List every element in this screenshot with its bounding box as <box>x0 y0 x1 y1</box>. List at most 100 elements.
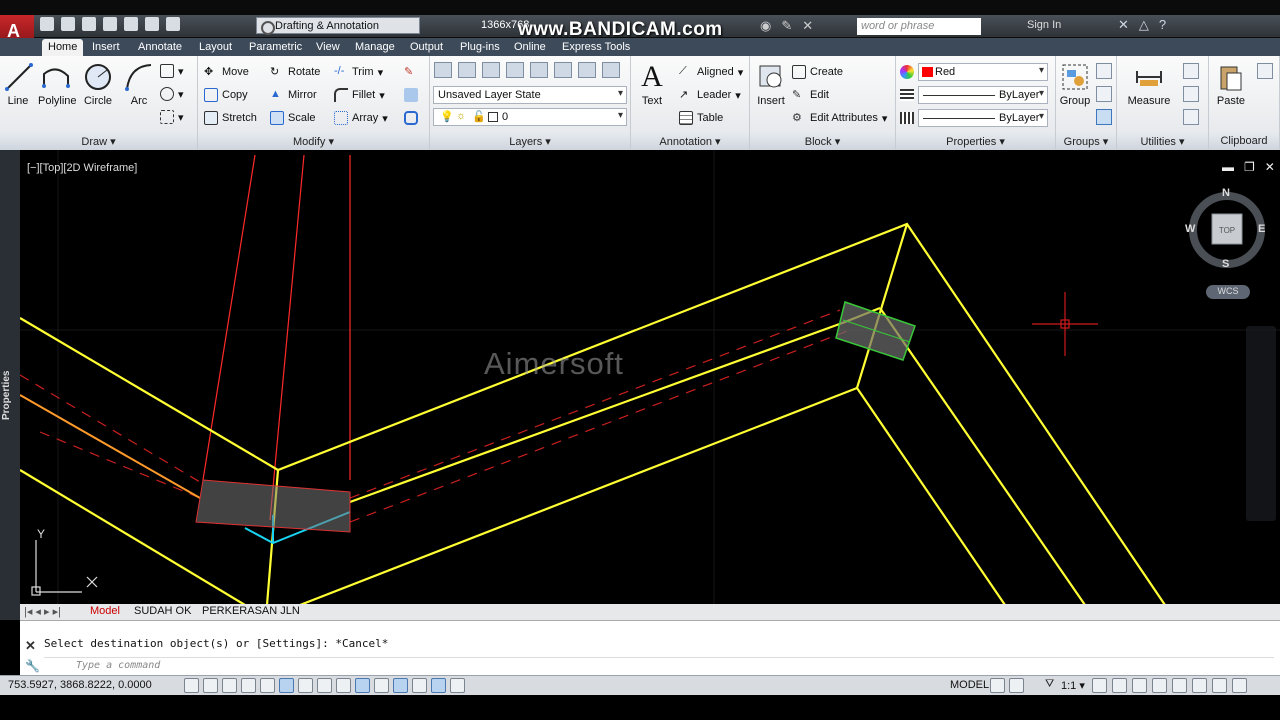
scale-tool[interactable]: Scale <box>270 109 316 127</box>
clean-screen-icon[interactable] <box>1232 678 1247 693</box>
model-space-button[interactable]: MODEL <box>950 679 989 691</box>
annotation-scale-dropdown[interactable]: 1:1 ▾ <box>1061 679 1085 692</box>
open-icon[interactable] <box>61 17 75 31</box>
wcs-menu[interactable]: WCS <box>1206 285 1250 299</box>
otrack-icon[interactable] <box>317 678 332 693</box>
trim-tool[interactable]: -/- Trim ▾ <box>334 63 383 81</box>
minimize-icon[interactable]: ▬ <box>1222 160 1234 174</box>
id-point-icon[interactable] <box>1183 109 1199 125</box>
tab-home[interactable]: Home <box>42 39 84 56</box>
help-icon[interactable]: ? <box>1159 17 1166 33</box>
transparency-icon[interactable] <box>393 678 408 693</box>
ungroup-icon[interactable] <box>1096 63 1112 79</box>
tab-online[interactable]: Online <box>508 39 552 56</box>
erase-tool[interactable]: ✎ <box>404 63 418 81</box>
hatch-tool[interactable]: ▾ <box>160 85 184 103</box>
exchange-icon[interactable]: ✕ <box>1118 17 1129 33</box>
table-tool[interactable]: Table <box>679 109 723 127</box>
edit-block-tool[interactable]: ✎ Edit <box>792 86 829 104</box>
tab-annotate[interactable]: Annotate <box>132 39 188 56</box>
quick-view-drawings-icon[interactable] <box>1009 678 1024 693</box>
pencil-icon[interactable]: ✎ <box>781 18 792 34</box>
block-panel-title[interactable]: Block ▾ <box>750 133 895 150</box>
lock-icon[interactable] <box>1152 678 1167 693</box>
stretch-tool[interactable]: Stretch <box>204 109 257 127</box>
snap-icon[interactable] <box>203 678 218 693</box>
annotation-visibility-icon[interactable] <box>1092 678 1107 693</box>
layers-panel-title[interactable]: Layers ▾ <box>430 133 630 150</box>
lineweight-dropdown[interactable]: ByLayer <box>918 86 1048 104</box>
insert-block-tool[interactable]: Insert <box>754 62 788 107</box>
tab-output[interactable]: Output <box>404 39 449 56</box>
tab-view[interactable]: View <box>310 39 346 56</box>
lineweight-icon[interactable] <box>900 89 914 101</box>
properties-panel-title[interactable]: Properties ▾ <box>896 133 1055 150</box>
clipboard-panel-title[interactable]: Clipboard <box>1209 133 1279 150</box>
annotation-monitor-icon[interactable] <box>450 678 465 693</box>
selected-hatch-left[interactable] <box>195 479 351 533</box>
quick-select-icon[interactable] <box>1183 63 1199 79</box>
save-icon[interactable] <box>82 17 96 31</box>
grid-icon[interactable] <box>222 678 237 693</box>
group-tool[interactable]: Group <box>1058 62 1092 107</box>
layer-lock-icon[interactable] <box>554 62 572 78</box>
rectangle-tool[interactable]: ▾ <box>160 62 184 80</box>
close-icon[interactable]: ✕ <box>802 18 813 34</box>
close-command-icon[interactable]: ✕ <box>25 638 36 654</box>
tab-sudah-ok[interactable]: SUDAH OK <box>128 605 197 619</box>
color-wheel-icon[interactable] <box>900 65 914 79</box>
hardware-acceleration-icon[interactable] <box>1172 678 1187 693</box>
coordinates-readout[interactable]: 753.5927, 3868.8222, 0.0000 <box>8 679 152 691</box>
copy-tool[interactable]: Copy <box>204 86 248 104</box>
tab-insert[interactable]: Insert <box>86 39 126 56</box>
status-menu-icon[interactable] <box>1212 678 1227 693</box>
explode-tool[interactable] <box>404 86 418 104</box>
current-layer-dropdown[interactable]: 💡 ☼ 🔓 0 <box>433 108 627 126</box>
fillet-tool[interactable]: Fillet ▾ <box>334 86 385 104</box>
properties-palette-tab[interactable]: Properties <box>0 150 20 620</box>
3d-osnap-icon[interactable] <box>298 678 313 693</box>
paste-tool[interactable]: Paste <box>1213 62 1249 107</box>
lineweight-toggle-icon[interactable] <box>374 678 389 693</box>
tab-nav-arrows-icon[interactable]: |◂ ◂ ▸ ▸| <box>24 605 61 618</box>
polyline-tool[interactable]: Polyline <box>38 62 77 107</box>
new-icon[interactable] <box>40 17 54 31</box>
signin-link[interactable]: Sign In <box>1027 19 1061 31</box>
measure-tool[interactable]: Measure <box>1127 62 1171 107</box>
mirror-tool[interactable]: ▲ Mirror <box>270 86 317 104</box>
dyn-icon[interactable] <box>355 678 370 693</box>
layer-unisolate-icon[interactable] <box>482 62 500 78</box>
quick-properties-icon[interactable] <box>412 678 427 693</box>
arc-tool[interactable]: Arc <box>124 62 154 107</box>
viewcube-north[interactable]: N <box>1222 187 1230 199</box>
auto-scale-icon[interactable] <box>1112 678 1127 693</box>
restore-icon[interactable]: ❐ <box>1244 160 1255 174</box>
group-edit-icon[interactable] <box>1096 86 1112 102</box>
ortho-icon[interactable] <box>241 678 256 693</box>
drawing-canvas[interactable]: Y TOP <box>0 150 1280 605</box>
layer-freeze-icon[interactable] <box>530 62 548 78</box>
undo-icon[interactable] <box>145 17 159 31</box>
text-tool[interactable]: A Text <box>637 62 667 108</box>
linetype-icon[interactable] <box>900 112 914 124</box>
array-tool[interactable]: Array ▾ <box>334 109 388 127</box>
selection-cycling-icon[interactable] <box>431 678 446 693</box>
edit-attributes-tool[interactable]: ⚙ Edit Attributes ▾ <box>792 109 887 127</box>
ducs-icon[interactable] <box>336 678 351 693</box>
tab-manage[interactable]: Manage <box>349 39 401 56</box>
close-viewport-icon[interactable]: ✕ <box>1265 160 1275 174</box>
saveas-icon[interactable] <box>103 17 117 31</box>
infer-constraints-icon[interactable] <box>184 678 199 693</box>
viewcube-east[interactable]: E <box>1258 223 1265 235</box>
rotate-tool[interactable]: ↻ Rotate <box>270 63 320 81</box>
polar-icon[interactable] <box>260 678 275 693</box>
navigation-bar[interactable] <box>1246 326 1276 521</box>
layer-match-icon[interactable] <box>578 62 596 78</box>
leader-tool[interactable]: ↗ Leader ▾ <box>679 86 741 104</box>
circle-tool[interactable]: Circle <box>82 62 114 107</box>
move-tool[interactable]: ✥ Move <box>204 63 249 81</box>
drawing-viewport[interactable]: Y TOP <box>0 150 1280 605</box>
create-block-tool[interactable]: Create <box>792 63 843 81</box>
search-input[interactable]: word or phrase <box>857 18 981 35</box>
layer-off-icon[interactable] <box>506 62 524 78</box>
